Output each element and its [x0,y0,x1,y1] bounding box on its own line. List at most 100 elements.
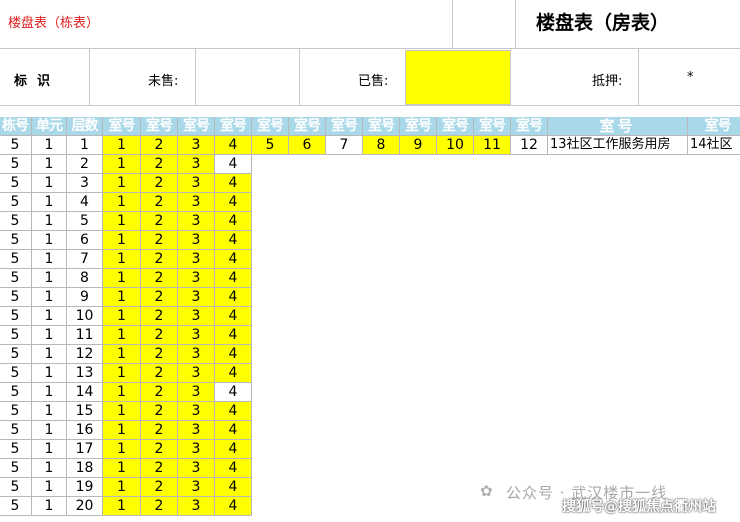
divider [638,48,639,105]
room-cell: 1 [103,307,141,326]
room-cell: 4 [215,155,252,174]
floor-cell: 16 [67,421,103,440]
room-cell: 3 [178,307,215,326]
sold-label: 已售: [358,74,389,89]
room-cell: 2 [141,269,178,288]
room-cell: 7 [326,136,363,155]
room-cell: 2 [141,478,178,497]
building-table-title: 楼盘表（栋表） [8,16,100,31]
building-cell: 5 [0,440,32,459]
room-cell: 4 [215,288,252,307]
floor-cell: 3 [67,174,103,193]
unit-cell: 1 [32,478,67,497]
unit-cell: 1 [32,440,67,459]
unit-cell: 1 [32,402,67,421]
room-cell: 2 [141,307,178,326]
room-cell: 2 [141,288,178,307]
room-cell: 4 [215,136,252,155]
divider [0,48,740,49]
room-cell: 10 [437,136,474,155]
room-cell: 3 [178,383,215,402]
room-cell: 3 [178,136,215,155]
floor-cell: 17 [67,440,103,459]
room-cell: 4 [215,250,252,269]
column-header: 室号 [437,117,474,136]
room-cell: 4 [215,497,252,516]
room-cell: 4 [215,383,252,402]
unit-cell: 1 [32,383,67,402]
room-cell: 1 [103,364,141,383]
room-cell: 1 [103,250,141,269]
room-cell: 2 [141,383,178,402]
floor-cell: 5 [67,212,103,231]
column-header: 室号 [103,117,141,136]
room-cell: 4 [215,231,252,250]
room-cell: 11 [474,136,511,155]
floor-cell: 8 [67,269,103,288]
room-cell: 3 [178,326,215,345]
building-cell: 5 [0,250,32,269]
room-cell: 1 [103,155,141,174]
building-cell: 5 [0,136,32,155]
unit-cell: 1 [32,345,67,364]
room-cell: 3 [178,421,215,440]
room-cell: 4 [215,326,252,345]
unit-cell: 1 [32,307,67,326]
room-cell: 2 [141,250,178,269]
column-header: 室号 [215,117,252,136]
room-cell: 1 [103,193,141,212]
watermark-source: 搜狐号@搜狐焦点衢州站 [562,499,716,515]
column-header: 室号 [548,117,688,136]
divider [452,0,453,48]
unit-cell: 1 [32,155,67,174]
floor-cell: 18 [67,459,103,478]
floor-cell: 20 [67,497,103,516]
room-table-title: 楼盘表（房表） [536,12,670,34]
room-cell: 1 [103,459,141,478]
room-cell: 3 [178,402,215,421]
room-cell: 2 [141,326,178,345]
room-cell: 4 [215,212,252,231]
column-header: 室号 [363,117,400,136]
room-cell: 4 [215,364,252,383]
room-cell: 1 [103,421,141,440]
building-cell: 5 [0,345,32,364]
room-cell: 3 [178,250,215,269]
room-cell: 2 [141,231,178,250]
building-cell: 5 [0,269,32,288]
building-cell: 5 [0,307,32,326]
floor-cell: 9 [67,288,103,307]
room-cell: 2 [141,497,178,516]
divider [299,48,300,105]
room-cell: 1 [103,288,141,307]
room-cell: 1 [103,136,141,155]
room-cell: 14社区 [688,136,740,155]
sold-color-swatch [405,50,511,105]
column-header: 室号 [474,117,511,136]
divider [0,105,740,106]
room-cell: 2 [141,174,178,193]
building-cell: 5 [0,478,32,497]
building-cell: 5 [0,231,32,250]
room-cell: 1 [103,326,141,345]
wechat-icon: ✿ [480,482,493,500]
unit-cell: 1 [32,250,67,269]
column-header: 室号 [400,117,437,136]
room-cell: 4 [215,345,252,364]
unit-cell: 1 [32,269,67,288]
room-cell: 6 [289,136,326,155]
room-cell: 1 [103,478,141,497]
room-cell: 13社区工作服务用房 [548,136,688,155]
room-cell: 4 [215,421,252,440]
divider [515,0,516,48]
room-cell: 2 [141,345,178,364]
floor-cell: 14 [67,383,103,402]
unit-cell: 1 [32,288,67,307]
unit-cell: 1 [32,174,67,193]
room-cell: 4 [215,478,252,497]
building-cell: 5 [0,326,32,345]
unit-cell: 1 [32,459,67,478]
floor-cell: 2 [67,155,103,174]
room-cell: 4 [215,440,252,459]
room-cell: 5 [252,136,289,155]
